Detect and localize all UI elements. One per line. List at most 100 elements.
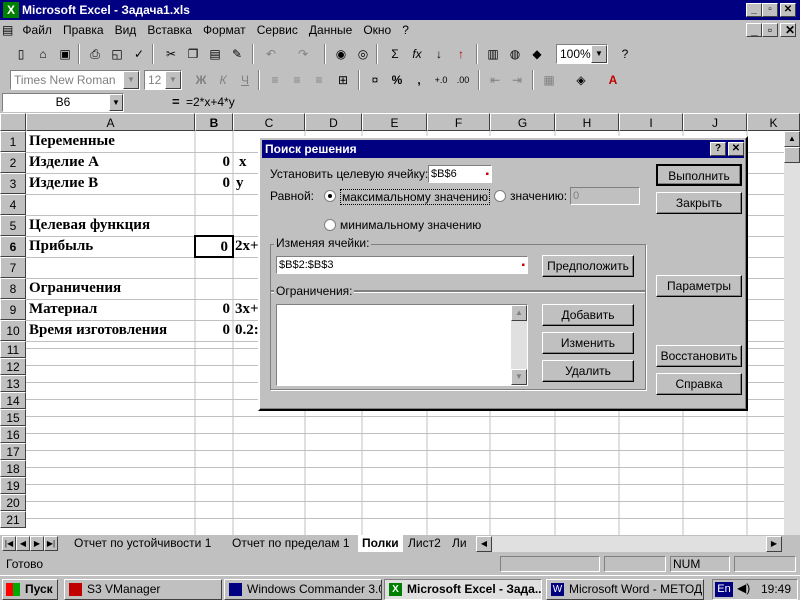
column-header-i[interactable]: I — [619, 113, 683, 131]
cell-b3[interactable]: 0 — [195, 173, 233, 194]
office-assistant-icon[interactable]: ? — [614, 44, 636, 64]
menu-window[interactable]: Окно — [359, 20, 395, 40]
formula-input[interactable]: =2*x+4*y — [184, 93, 798, 112]
row-header-6[interactable]: 6 — [0, 236, 26, 257]
open-icon[interactable]: ⌂ — [32, 44, 54, 64]
options-button[interactable]: Параметры — [656, 275, 742, 297]
sheet-tab[interactable]: Ли — [452, 535, 467, 552]
sheet-tab[interactable]: Отчет по устойчивости 1 — [74, 535, 211, 552]
first-sheet-button[interactable]: |◀ — [2, 536, 16, 551]
last-sheet-button[interactable]: ▶| — [44, 536, 58, 551]
dialog-help-button[interactable]: ? — [710, 142, 726, 156]
collapse-dialog-icon[interactable]: ▪ — [485, 167, 489, 183]
close-dialog-button[interactable]: Закрыть — [656, 192, 742, 214]
chevron-down-icon[interactable]: ▼ — [123, 71, 139, 89]
list-scroll-up[interactable]: ▲ — [511, 305, 527, 321]
radio-value-label[interactable]: значению: — [510, 189, 567, 203]
doc-minimize-button[interactable]: _ — [746, 23, 762, 37]
cell-b6-selected[interactable]: 0 — [194, 235, 234, 258]
cut-icon[interactable]: ✂ — [160, 44, 182, 64]
merge-center-icon[interactable]: ⊞ — [332, 70, 354, 90]
print-icon[interactable]: ⎙ — [84, 44, 106, 64]
cell-b10[interactable]: 0 — [195, 320, 233, 341]
menu-file[interactable]: Файл — [18, 20, 56, 40]
scroll-right-button[interactable]: ▶ — [766, 536, 782, 552]
align-right-icon[interactable]: ≡ — [308, 70, 330, 90]
collapse-dialog-icon[interactable]: ▪ — [521, 258, 525, 274]
menu-format[interactable]: Формат — [199, 20, 250, 40]
row-header-10[interactable]: 10 — [0, 320, 26, 341]
changing-cells-input[interactable]: $B$2:$B$3 ▪ — [276, 256, 528, 274]
redo-icon[interactable]: ↷ — [292, 44, 314, 64]
save-icon[interactable]: ▣ — [54, 44, 76, 64]
delete-button[interactable]: Удалить — [542, 360, 634, 382]
underline-button[interactable]: Ч — [234, 70, 256, 90]
constraints-list[interactable]: ▲ ▼ — [276, 304, 528, 386]
row-header-16[interactable]: 16 — [0, 426, 26, 443]
doc-close-button[interactable]: ✕ — [780, 23, 796, 37]
zoom-select[interactable]: 100% ▼ — [556, 44, 608, 64]
row-header-17[interactable]: 17 — [0, 443, 26, 460]
column-header-d[interactable]: D — [305, 113, 362, 131]
row-header-8[interactable]: 8 — [0, 278, 26, 299]
borders-icon[interactable]: ▦ — [538, 70, 560, 90]
radio-max[interactable] — [324, 190, 336, 202]
column-header-h[interactable]: H — [555, 113, 619, 131]
scroll-up-button[interactable]: ▲ — [784, 131, 800, 147]
cell-a6[interactable]: Прибыль — [26, 236, 195, 257]
italic-button[interactable]: К — [212, 70, 234, 90]
sort-ascending-icon[interactable]: ↓ — [428, 44, 450, 64]
change-button[interactable]: Изменить — [542, 332, 634, 354]
list-scroll-down[interactable]: ▼ — [511, 369, 527, 385]
scroll-thumb[interactable] — [784, 147, 800, 163]
next-sheet-button[interactable]: ▶ — [30, 536, 44, 551]
sheet-tab[interactable]: Лист2 — [408, 535, 441, 552]
chevron-down-icon[interactable]: ▼ — [165, 71, 181, 89]
format-painter-icon[interactable]: ✎ — [226, 44, 248, 64]
web-toolbar-icon[interactable]: ◎ — [352, 44, 374, 64]
cell-a8[interactable]: Ограничения — [26, 278, 195, 299]
menu-insert[interactable]: Вставка — [143, 20, 196, 40]
preview-icon[interactable]: ◱ — [106, 44, 128, 64]
font-select[interactable]: Times New Roman ▼ — [10, 70, 140, 90]
guess-button[interactable]: Предположить — [542, 255, 634, 277]
taskbar-item-word[interactable]: W Microsoft Word - МЕТОД... — [546, 579, 704, 600]
taskbar-item-commander[interactable]: Windows Commander 3.0... — [224, 579, 382, 600]
row-header-19[interactable]: 19 — [0, 477, 26, 494]
menu-help[interactable]: ? — [398, 20, 413, 40]
column-header-a[interactable]: A — [26, 113, 195, 131]
sheet-tab-active[interactable]: Полки — [358, 535, 403, 552]
select-all-corner[interactable] — [0, 113, 26, 131]
constraints-scrollbar[interactable]: ▲ ▼ — [511, 305, 527, 385]
sheet-tab[interactable]: Отчет по пределам 1 — [232, 535, 350, 552]
target-cell-input[interactable]: $B$6 ▪ — [428, 165, 492, 183]
add-button[interactable]: Добавить — [542, 304, 634, 326]
menu-view[interactable]: Вид — [111, 20, 141, 40]
row-header-4[interactable]: 4 — [0, 194, 26, 215]
cell-a10[interactable]: Время изготовления — [26, 320, 195, 341]
comma-button[interactable]: , — [408, 70, 430, 90]
fill-color-icon[interactable]: ◈ — [570, 70, 592, 90]
cell-b2[interactable]: 0 — [195, 152, 233, 173]
scroll-left-button[interactable]: ◀ — [476, 536, 492, 552]
row-header-12[interactable]: 12 — [0, 358, 26, 375]
reset-button[interactable]: Восстановить — [656, 345, 742, 367]
font-color-icon[interactable]: A — [602, 70, 624, 90]
cell-a1[interactable]: Переменные — [26, 131, 195, 152]
minimize-button[interactable]: _ — [746, 3, 762, 17]
column-header-b[interactable]: B — [195, 113, 233, 131]
chevron-down-icon[interactable]: ▼ — [591, 45, 607, 63]
vertical-scrollbar[interactable]: ▲ — [784, 131, 800, 535]
cell-a9[interactable]: Материал — [26, 299, 195, 320]
map-icon[interactable]: ◍ — [504, 44, 526, 64]
radio-max-label[interactable]: максимальному значению — [340, 189, 491, 205]
bold-button[interactable]: Ж — [190, 70, 212, 90]
radio-min[interactable] — [324, 219, 336, 231]
row-header-9[interactable]: 9 — [0, 299, 26, 320]
menu-data[interactable]: Данные — [305, 20, 356, 40]
column-header-g[interactable]: G — [490, 113, 555, 131]
cell-a3[interactable]: Изделие B — [26, 173, 195, 194]
horizontal-scrollbar[interactable]: ◀ ▶ — [476, 536, 782, 552]
column-header-e[interactable]: E — [362, 113, 427, 131]
prev-sheet-button[interactable]: ◀ — [16, 536, 30, 551]
